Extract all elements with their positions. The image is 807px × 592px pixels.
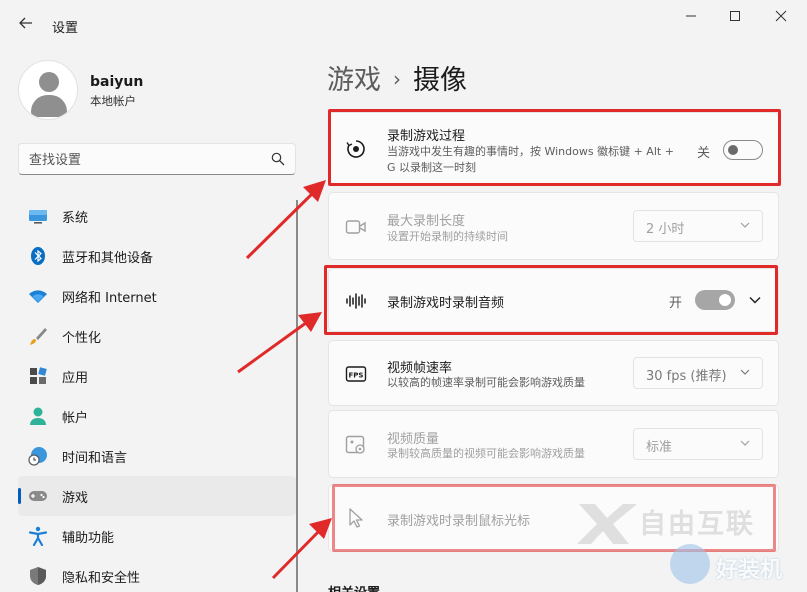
sidebar-item-label: 游戏: [62, 491, 89, 506]
sidebar-item-time-language[interactable]: 时间和语言: [18, 436, 296, 476]
page-title: 摄像: [413, 65, 467, 96]
svg-text:FPS: FPS: [349, 372, 364, 380]
app-title: 设置: [52, 21, 79, 36]
watermark-text: 自由互联: [639, 509, 755, 540]
search-input[interactable]: [29, 150, 259, 170]
monitor-icon: [29, 210, 47, 224]
video-quality-setting: 视频质量 录制较高质量的视频可能会影响游戏质量 标准: [328, 410, 779, 478]
breadcrumb-parent[interactable]: 游戏: [327, 65, 381, 96]
record-audio-title: 录制游戏时录制音频: [387, 296, 505, 311]
search-box[interactable]: [18, 143, 296, 175]
sidebar-item-label: 蓝牙和其他设备: [62, 251, 154, 266]
breadcrumb: 游戏 › 摄像: [327, 58, 467, 97]
record-game-title: 录制游戏过程: [387, 129, 466, 144]
sidebar-item-label: 应用: [62, 371, 89, 386]
avatar: [18, 60, 78, 120]
record-game-desc: 当游戏中发生有趣的事情时，按 Windows 徽标键 + Alt + G 以录制…: [387, 145, 674, 174]
sidebar-item-personalization[interactable]: 个性化: [18, 316, 296, 356]
record-audio-state: 开: [669, 296, 683, 311]
sidebar-item-label: 个性化: [62, 331, 102, 346]
person-icon: [30, 407, 46, 425]
shield-icon: [30, 567, 46, 585]
brush-icon: [30, 328, 47, 345]
video-camera-icon: [345, 220, 366, 234]
record-audio-toggle[interactable]: [695, 290, 735, 310]
user-name: baiyun: [90, 74, 144, 90]
related-settings-heading: 相关设置: [328, 582, 380, 592]
sidebar-scrollbar[interactable]: [296, 200, 298, 592]
record-game-toggle[interactable]: [723, 140, 763, 160]
sidebar-item-label: 网络和 Internet: [62, 291, 157, 306]
sidebar-item-privacy[interactable]: 隐私和安全性: [18, 556, 296, 592]
arrow-left-icon: [19, 17, 32, 29]
chevron-down-icon: [740, 222, 750, 228]
sidebar-item-label: 系统: [62, 211, 89, 226]
record-game-state: 关: [697, 146, 711, 161]
frame-rate-title: 视频帧速率: [387, 361, 453, 376]
mouse-cursor-icon: [349, 508, 363, 528]
apps-icon: [30, 367, 47, 384]
breadcrumb-separator: ›: [393, 67, 401, 91]
sidebar-item-label: 辅助功能: [62, 531, 115, 546]
gamepad-icon: [29, 491, 47, 501]
close-button[interactable]: [766, 8, 796, 30]
sidebar-item-accounts[interactable]: 帐户: [18, 396, 296, 436]
title-bar: 设置: [0, 0, 807, 48]
maximize-button[interactable]: [720, 8, 750, 30]
fps-icon: FPS: [345, 366, 367, 382]
video-quality-value: 标准: [646, 440, 673, 455]
wifi-icon: [29, 290, 47, 303]
frame-rate-value: 30 fps (推荐): [646, 369, 727, 384]
video-quality-icon: [345, 435, 365, 454]
record-audio-setting[interactable]: 录制游戏时录制音频 开: [328, 268, 779, 332]
sidebar-item-bluetooth[interactable]: 蓝牙和其他设备: [18, 236, 296, 276]
max-length-title: 最大录制长度: [387, 214, 466, 229]
chevron-down-icon: [740, 369, 750, 375]
sidebar-item-network[interactable]: 网络和 Internet: [18, 276, 296, 316]
sidebar-item-label: 隐私和安全性: [62, 571, 141, 586]
minimize-button[interactable]: [676, 8, 706, 30]
user-profile[interactable]: baiyun 本地帐户: [18, 60, 288, 120]
globe-clock-icon: [28, 447, 47, 466]
video-quality-dropdown[interactable]: 标准: [633, 428, 763, 460]
account-type: 本地帐户: [90, 94, 136, 108]
search-icon[interactable]: [271, 152, 285, 166]
chevron-down-icon: [740, 440, 750, 446]
audio-waveform-icon: [346, 293, 366, 309]
accessibility-icon: [28, 526, 48, 546]
frame-rate-setting: FPS 视频帧速率 以较高的帧速率录制可能会影响游戏质量 30 fps (推荐): [328, 340, 779, 406]
sidebar-nav: 系统 蓝牙和其他设备 网络和 Internet 个性化 应用 帐户 时间和语言 …: [18, 196, 296, 592]
sidebar-item-gaming[interactable]: 游戏: [18, 476, 296, 516]
record-icon: [346, 140, 365, 158]
sidebar-item-label: 帐户: [62, 411, 89, 426]
maximize-icon: [730, 11, 740, 21]
back-button[interactable]: [14, 14, 38, 38]
record-cursor-title: 录制游戏时录制鼠标光标: [387, 514, 531, 529]
bluetooth-icon: [31, 247, 45, 265]
sidebar-item-accessibility[interactable]: 辅助功能: [18, 516, 296, 556]
video-quality-title: 视频质量: [387, 432, 440, 447]
close-icon: [775, 10, 787, 22]
sidebar-item-system[interactable]: 系统: [18, 196, 296, 236]
watermark-secondary-text: 好装机: [716, 558, 783, 583]
watermark-secondary: 好装机: [670, 540, 807, 592]
frame-rate-dropdown[interactable]: 30 fps (推荐): [633, 357, 763, 389]
sidebar-item-label: 时间和语言: [62, 451, 128, 466]
x-logo-icon: [577, 504, 637, 544]
sidebar-item-apps[interactable]: 应用: [18, 356, 296, 396]
max-length-setting: 最大录制长度 设置开始录制的持续时间 2 小时: [328, 192, 779, 260]
minimize-icon: [686, 15, 696, 17]
watermark-circle-icon: [670, 544, 710, 584]
record-game-setting: 录制游戏过程 当游戏中发生有趣的事情时，按 Windows 徽标键 + Alt …: [328, 112, 779, 184]
max-length-value: 2 小时: [646, 222, 685, 237]
max-length-dropdown[interactable]: 2 小时: [633, 210, 763, 242]
chevron-down-icon[interactable]: [748, 293, 762, 307]
